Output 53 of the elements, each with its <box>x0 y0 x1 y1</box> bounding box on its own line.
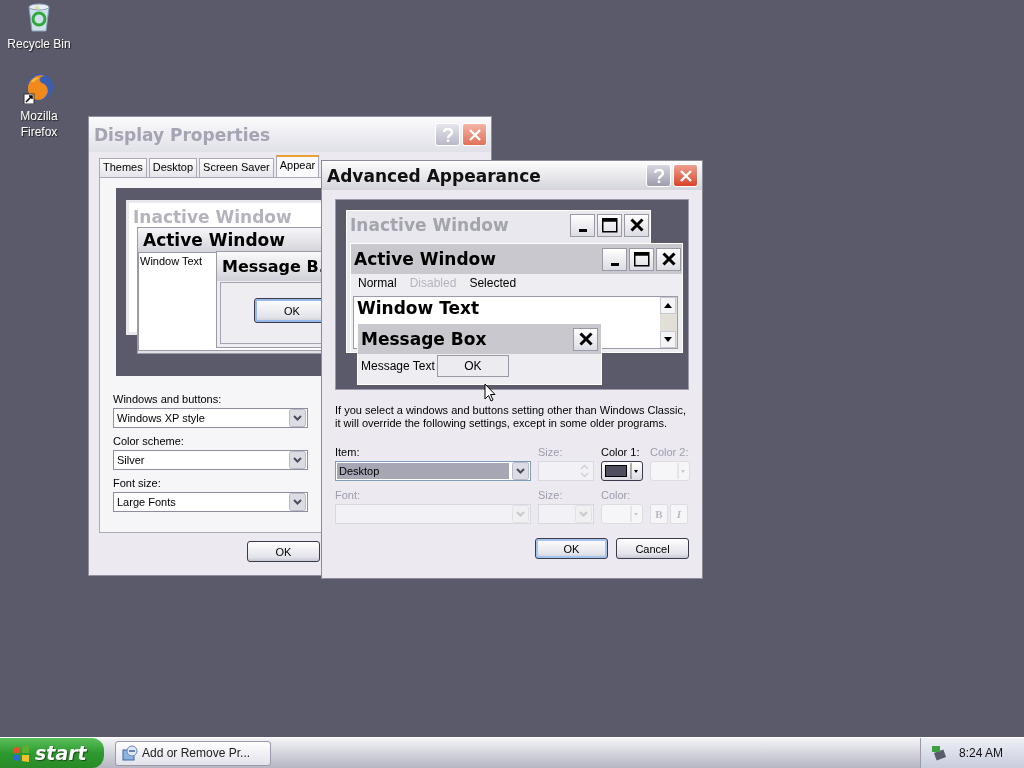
close-icon <box>661 252 676 266</box>
field-label: Windows and buttons: <box>113 393 223 405</box>
color-picker-button[interactable] <box>601 461 643 481</box>
spinner-arrows-icon <box>577 462 592 480</box>
minimize-button[interactable] <box>602 247 627 271</box>
info-text: If you select a windows and buttons setting other than Windows Classic, it will override the following settings, except in some older programs. <box>335 404 687 430</box>
field-label: Size: <box>538 446 564 459</box>
ok-button[interactable]: OK <box>436 355 509 377</box>
dropdown[interactable]: Desktop <box>335 461 531 481</box>
maximize-icon <box>633 251 650 267</box>
caret-icon <box>630 506 639 522</box>
field-label: Font: <box>335 489 362 502</box>
close-button[interactable] <box>656 247 681 271</box>
field-label: Color: <box>601 489 632 502</box>
close-icon <box>468 128 481 141</box>
close-icon <box>679 169 692 182</box>
window-text: Window Text <box>140 255 203 267</box>
field-label: Color 1: <box>601 446 641 459</box>
close-button[interactable] <box>573 327 598 351</box>
window-title: Advanced Appearance <box>327 165 541 186</box>
field-label: Font size: <box>113 477 162 489</box>
installer-box-icon <box>122 745 138 761</box>
icon-label[interactable]: Recycle Bin <box>7 36 71 52</box>
menu-item[interactable]: Selected <box>469 276 517 294</box>
question-mark-icon <box>442 127 453 142</box>
window-title: Display Properties <box>94 124 271 145</box>
ok-button[interactable]: OK <box>535 538 608 559</box>
minimize-icon <box>610 262 619 266</box>
close-icon <box>629 218 644 232</box>
windows-flag-icon <box>12 744 30 762</box>
maximize-button[interactable] <box>629 247 654 271</box>
field-label: Item: <box>335 446 361 459</box>
caret-icon <box>630 463 639 479</box>
message-title: Message Box <box>361 329 487 349</box>
preview-title: Inactive Window <box>133 207 292 227</box>
close-icon <box>578 332 593 346</box>
help-button[interactable] <box>646 164 671 187</box>
clock: 8:24 AM <box>959 746 1004 760</box>
window-text: Window Text <box>357 297 480 318</box>
icon-label[interactable]: Mozilla Firefox <box>7 108 71 140</box>
field-label: Color 2: <box>650 446 690 459</box>
browser-icon <box>23 72 55 104</box>
maximize-icon <box>601 217 618 233</box>
caret-icon <box>677 463 686 479</box>
recycle-bin-icon <box>25 2 53 32</box>
taskbar-button[interactable]: Add or Remove Pr... <box>115 740 271 766</box>
field-label: Color scheme: <box>113 435 185 447</box>
cancel-button[interactable]: Cancel <box>616 538 689 559</box>
message-text: Message Text <box>361 359 435 373</box>
start-button[interactable]: start <box>0 738 104 768</box>
field-label: Size: <box>538 489 564 502</box>
minimize-icon <box>578 228 587 232</box>
question-mark-icon <box>653 168 664 183</box>
